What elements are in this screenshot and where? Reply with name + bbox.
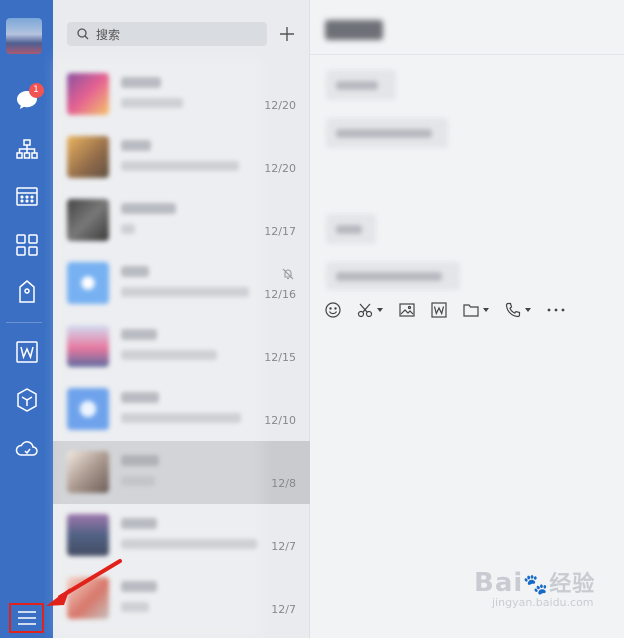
mute-icon <box>282 265 294 284</box>
more-icon <box>547 308 565 312</box>
w-doc-icon <box>431 302 447 318</box>
scissors-icon <box>357 303 373 318</box>
chat-header-divider <box>310 54 624 55</box>
avatar <box>67 451 109 493</box>
conversation-item[interactable]: 12/16 <box>53 252 310 315</box>
apps-grid-icon <box>15 234 38 256</box>
nav-cube[interactable] <box>0 380 53 420</box>
nav-cloud[interactable] <box>0 428 53 468</box>
org-tree-icon <box>15 139 38 159</box>
call-button[interactable] <box>505 298 531 322</box>
conversation-item[interactable]: 12/10 <box>53 378 310 441</box>
nav-calendar[interactable] <box>0 176 53 216</box>
nav-messages[interactable]: 1 <box>0 80 53 120</box>
watermark-url: jingyan.baidu.com <box>492 596 594 609</box>
chevron-down-icon <box>483 308 489 312</box>
conversation-item[interactable]: 12/15 <box>53 315 310 378</box>
conversation-list-panel: 搜索 12/20 12/20 12/17 12/16 12/15 12/10 1… <box>53 0 310 638</box>
emoji-button[interactable] <box>325 298 341 322</box>
avatar <box>67 73 109 115</box>
composer-toolbar <box>325 298 581 322</box>
calendar-icon <box>15 187 38 206</box>
search-box[interactable]: 搜索 <box>67 22 267 46</box>
chevron-down-icon <box>377 308 383 312</box>
avatar <box>67 325 109 367</box>
conversation-date: 12/10 <box>264 414 296 427</box>
avatar <box>67 388 109 430</box>
avatar <box>67 136 109 178</box>
conversation-date: 12/20 <box>264 99 296 112</box>
chat-bubble-icon: 1 <box>15 83 44 111</box>
user-avatar[interactable] <box>6 18 42 54</box>
message-bubble <box>326 262 460 290</box>
chevron-down-icon <box>525 308 531 312</box>
nav-workbench[interactable] <box>0 225 53 265</box>
avatar <box>67 577 109 619</box>
nav-documents[interactable] <box>0 332 53 372</box>
watermark-brand: Bai <box>474 568 524 598</box>
left-nav-rail: 1 <box>0 0 53 638</box>
main-menu-button[interactable] <box>9 603 44 633</box>
conversation-date: 12/15 <box>264 351 296 364</box>
search-icon <box>77 28 89 40</box>
conversation-item[interactable]: 12/20 <box>53 63 310 126</box>
avatar <box>67 199 109 241</box>
avatar <box>67 262 109 304</box>
emoji-icon <box>325 302 341 318</box>
add-button[interactable] <box>275 22 299 46</box>
conversation-date: 12/7 <box>271 603 296 616</box>
conversation-date: 12/7 <box>271 540 296 553</box>
conversation-item[interactable]: 12/7 <box>53 504 310 567</box>
conversation-item-selected[interactable]: 12/8 <box>53 441 310 504</box>
conversation-date: 12/20 <box>264 162 296 175</box>
screenshot-button[interactable] <box>357 298 383 322</box>
chat-panel: Bai🐾经验 jingyan.baidu.com <box>310 0 624 638</box>
image-button[interactable] <box>399 298 415 322</box>
conversation-item[interactable]: 12/20 <box>53 126 310 189</box>
w-doc-icon <box>15 341 38 363</box>
message-bubble <box>326 118 448 148</box>
folder-icon <box>463 304 479 317</box>
document-button[interactable] <box>431 298 447 322</box>
message-bubble <box>326 70 396 100</box>
message-bubble <box>326 214 376 244</box>
avatar <box>67 514 109 556</box>
more-button[interactable] <box>547 298 565 322</box>
unread-badge: 1 <box>28 83 44 98</box>
conversation-item[interactable]: 12/7 <box>53 567 310 630</box>
phone-icon <box>505 302 521 318</box>
folder-button[interactable] <box>463 298 489 322</box>
nav-contacts[interactable] <box>0 129 53 169</box>
cube-icon <box>16 388 37 412</box>
bag-icon <box>18 280 35 303</box>
conversation-item[interactable]: 12/17 <box>53 189 310 252</box>
chat-title <box>325 20 383 40</box>
cloud-icon <box>15 441 38 456</box>
rail-divider <box>6 322 42 323</box>
conversation-date: 12/17 <box>264 225 296 238</box>
nav-wallet[interactable] <box>0 272 53 312</box>
image-icon <box>399 303 415 317</box>
plus-icon <box>280 27 294 41</box>
search-placeholder: 搜索 <box>96 27 121 42</box>
conversation-date: 12/8 <box>271 477 296 490</box>
watermark-suffix: 经验 <box>549 572 596 597</box>
conversation-date: 12/16 <box>264 288 296 301</box>
hamburger-menu-icon <box>17 611 36 625</box>
baidu-jingyan-watermark: Bai🐾经验 jingyan.baidu.com <box>474 568 596 609</box>
